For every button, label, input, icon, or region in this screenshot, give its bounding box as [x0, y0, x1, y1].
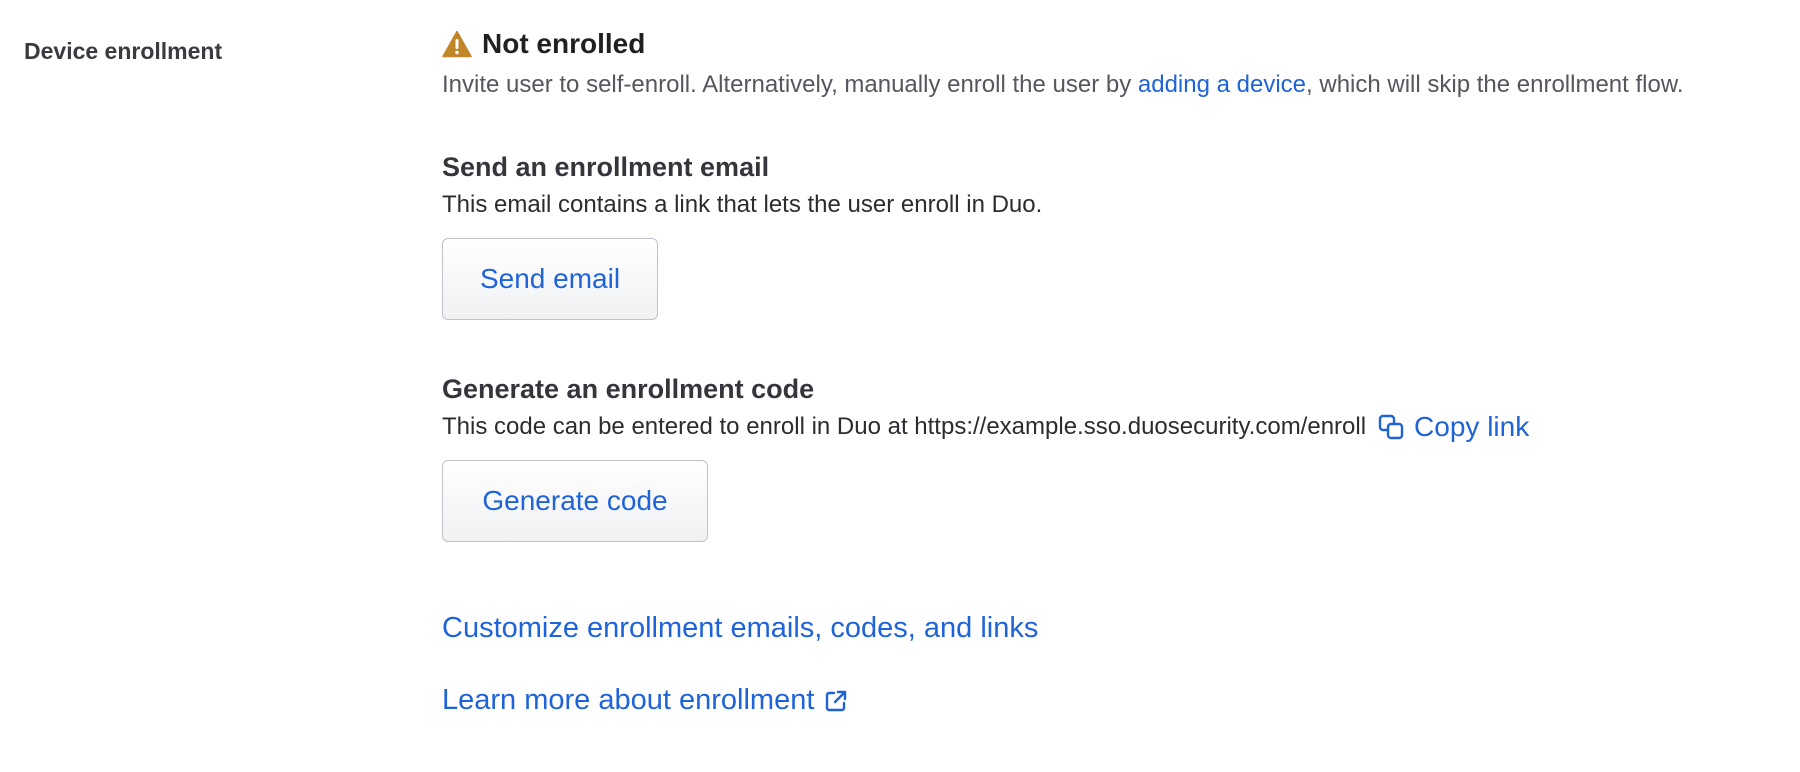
enrollment-status: Not enrolled: [442, 26, 1782, 62]
email-section-description: This email contains a link that lets the…: [442, 191, 1043, 218]
external-link-icon: [826, 690, 847, 711]
intro-text-before: Invite user to self-enroll. Alternativel…: [442, 71, 1138, 98]
customize-enrollment-link[interactable]: Customize enrollment emails, codes, and …: [442, 612, 1038, 645]
copy-link-label: Copy link: [1414, 411, 1530, 442]
code-section-title: Generate an enrollment code: [442, 374, 815, 404]
intro-text-after: , which will skip the enrollment flow.: [1306, 71, 1684, 98]
row-label-device-enrollment: Device enrollment: [24, 38, 223, 64]
enrollment-code-section: Generate an enrollment code This code ca…: [442, 372, 1782, 542]
generate-code-button[interactable]: Generate code: [442, 460, 708, 542]
adding-a-device-link[interactable]: adding a device: [1138, 71, 1306, 98]
device-enrollment-content: Not enrolled Invite user to self-enroll.…: [442, 26, 1782, 542]
warning-icon: [442, 30, 472, 58]
status-text: Not enrolled: [482, 28, 646, 59]
enrollment-email-section: Send an enrollment email This email cont…: [442, 150, 1782, 320]
code-section-description-row: This code can be entered to enroll in Du…: [442, 412, 1782, 442]
code-section-description: This code can be entered to enroll in Du…: [442, 413, 1367, 440]
copy-icon: [1378, 414, 1404, 440]
email-section-title: Send an enrollment email: [442, 152, 770, 182]
enrollment-intro: Invite user to self-enroll. Alternativel…: [442, 70, 1782, 100]
learn-more-label: Learn more about enrollment: [442, 684, 815, 716]
learn-more-enrollment-link[interactable]: Learn more about enrollment: [442, 684, 848, 717]
copy-link-button[interactable]: Copy link: [1378, 412, 1529, 442]
send-email-button[interactable]: Send email: [442, 238, 658, 320]
